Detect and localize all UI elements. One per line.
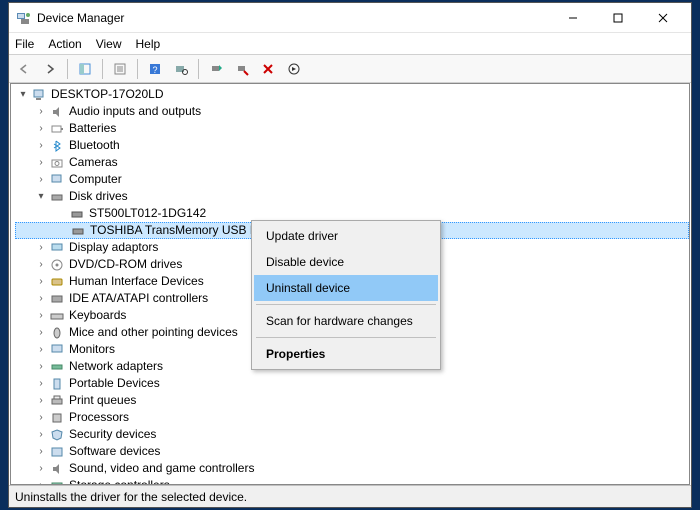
software-icon: [49, 444, 65, 460]
disable-device-icon[interactable]: [231, 58, 253, 80]
context-separator: [256, 337, 436, 338]
computer-icon: [49, 172, 65, 188]
expand-icon[interactable]: ›: [35, 154, 47, 171]
show-hide-tree-button[interactable]: [74, 58, 96, 80]
expand-icon[interactable]: ›: [35, 120, 47, 137]
expand-icon[interactable]: ›: [35, 358, 47, 375]
tree-item-batteries[interactable]: ›Batteries: [15, 120, 689, 137]
app-icon: [15, 10, 31, 26]
drive-icon: [70, 223, 86, 239]
expand-icon[interactable]: ›: [35, 426, 47, 443]
tree-item-disk-drives[interactable]: ▾Disk drives: [15, 188, 689, 205]
status-text: Uninstalls the driver for the selected d…: [15, 490, 247, 504]
ide-icon: [49, 291, 65, 307]
context-disable-device[interactable]: Disable device: [254, 249, 438, 275]
dvd-icon: [49, 257, 65, 273]
menu-help[interactable]: Help: [136, 37, 161, 51]
expand-icon[interactable]: ›: [35, 137, 47, 154]
collapse-icon[interactable]: ▾: [35, 188, 47, 205]
expand-icon[interactable]: ›: [35, 324, 47, 341]
expand-icon[interactable]: ›: [35, 171, 47, 188]
properties-icon[interactable]: [109, 58, 131, 80]
context-uninstall-device[interactable]: Uninstall device: [254, 275, 438, 301]
svg-text:?: ?: [152, 65, 157, 75]
network-icon: [49, 359, 65, 375]
camera-icon: [49, 155, 65, 171]
storage-icon: [49, 478, 65, 486]
close-button[interactable]: [640, 3, 685, 33]
expand-icon[interactable]: ›: [35, 239, 47, 256]
tree-item-computer[interactable]: ›Computer: [15, 171, 689, 188]
maximize-button[interactable]: [595, 3, 640, 33]
context-menu: Update driver Disable device Uninstall d…: [251, 220, 441, 370]
expand-icon[interactable]: ›: [35, 409, 47, 426]
tree-item-audio[interactable]: ›Audio inputs and outputs: [15, 103, 689, 120]
expand-icon[interactable]: ›: [35, 443, 47, 460]
window-title: Device Manager: [37, 11, 124, 25]
computer-icon: [31, 87, 47, 103]
menu-file[interactable]: File: [15, 37, 34, 51]
toolbar: ?: [9, 55, 691, 83]
display-adapter-icon: [49, 240, 65, 256]
tree-item-processors[interactable]: ›Processors: [15, 409, 689, 426]
context-scan-hardware[interactable]: Scan for hardware changes: [254, 308, 438, 334]
keyboard-icon: [49, 308, 65, 324]
tree-item-cameras[interactable]: ›Cameras: [15, 154, 689, 171]
minimize-button[interactable]: [550, 3, 595, 33]
menu-view[interactable]: View: [96, 37, 122, 51]
menubar: File Action View Help: [9, 33, 691, 55]
context-properties[interactable]: Properties: [254, 341, 438, 367]
tree-item-printq[interactable]: ›Print queues: [15, 392, 689, 409]
forward-button[interactable]: [39, 58, 61, 80]
tree-item-storage[interactable]: ›Storage controllers: [15, 477, 689, 485]
scan-hardware-icon[interactable]: [170, 58, 192, 80]
uninstall-device-icon[interactable]: [257, 58, 279, 80]
cpu-icon: [49, 410, 65, 426]
hid-icon: [49, 274, 65, 290]
sound-icon: [49, 461, 65, 477]
printer-icon: [49, 393, 65, 409]
expand-icon[interactable]: ›: [35, 290, 47, 307]
expand-icon[interactable]: ›: [35, 307, 47, 324]
disk-icon: [49, 189, 65, 205]
expand-icon[interactable]: ›: [35, 477, 47, 485]
statusbar: Uninstalls the driver for the selected d…: [9, 485, 691, 507]
bluetooth-icon: [49, 138, 65, 154]
update-driver-icon[interactable]: [205, 58, 227, 80]
expand-icon[interactable]: ›: [35, 273, 47, 290]
titlebar: Device Manager: [9, 3, 691, 33]
collapse-icon[interactable]: ▾: [17, 86, 29, 103]
tree-item-bluetooth[interactable]: ›Bluetooth: [15, 137, 689, 154]
expand-icon[interactable]: ›: [35, 341, 47, 358]
back-button[interactable]: [13, 58, 35, 80]
add-legacy-icon[interactable]: [283, 58, 305, 80]
tree-item-portable[interactable]: ›Portable Devices: [15, 375, 689, 392]
tree-item-security[interactable]: ›Security devices: [15, 426, 689, 443]
shield-icon: [49, 427, 65, 443]
audio-icon: [49, 104, 65, 120]
tree-item-sound[interactable]: ›Sound, video and game controllers: [15, 460, 689, 477]
battery-icon: [49, 121, 65, 137]
expand-icon[interactable]: ›: [35, 460, 47, 477]
menu-action[interactable]: Action: [48, 37, 81, 51]
expand-icon[interactable]: ›: [35, 375, 47, 392]
portable-icon: [49, 376, 65, 392]
drive-icon: [69, 206, 85, 222]
context-separator: [256, 304, 436, 305]
mouse-icon: [49, 325, 65, 341]
monitor-icon: [49, 342, 65, 358]
context-update-driver[interactable]: Update driver: [254, 223, 438, 249]
expand-icon[interactable]: ›: [35, 392, 47, 409]
help-icon[interactable]: ?: [144, 58, 166, 80]
expand-icon[interactable]: ›: [35, 103, 47, 120]
expand-icon[interactable]: ›: [35, 256, 47, 273]
tree-root[interactable]: ▾ DESKTOP-17O20LD: [15, 86, 689, 103]
tree-item-software[interactable]: ›Software devices: [15, 443, 689, 460]
